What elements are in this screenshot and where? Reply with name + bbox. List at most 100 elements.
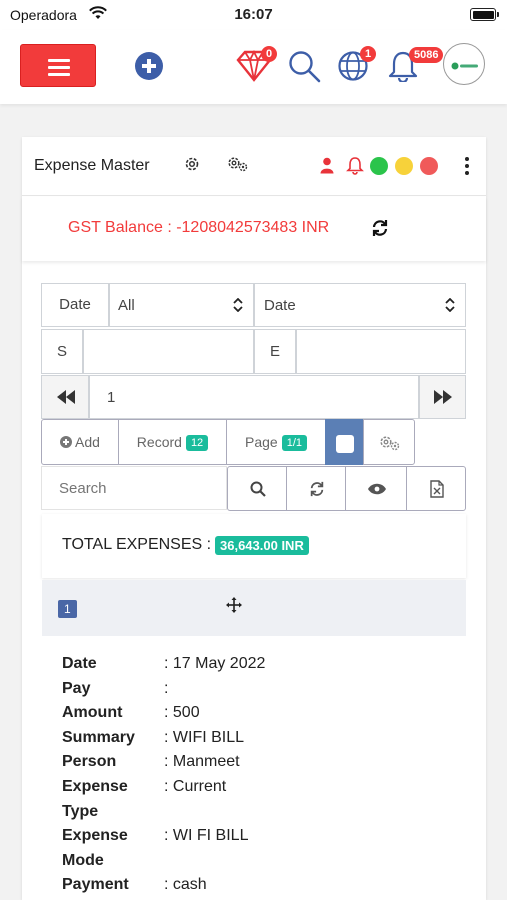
detail-row: Person : Manmeet bbox=[62, 753, 462, 777]
add-button[interactable]: Add bbox=[41, 419, 119, 465]
record-label: Record bbox=[136, 434, 182, 450]
refresh-icon bbox=[310, 481, 324, 497]
company-logo bbox=[450, 61, 480, 70]
detail-value: : bbox=[164, 679, 169, 697]
detail-row: Pay: bbox=[62, 680, 462, 704]
chevron-updown-icon bbox=[445, 297, 455, 316]
detail-key: Expense bbox=[62, 827, 128, 845]
detail-row: Summary : WIFI BILL bbox=[62, 729, 462, 753]
fast-forward-icon bbox=[434, 390, 452, 404]
search-button[interactable] bbox=[227, 466, 287, 511]
more-options-icon[interactable] bbox=[465, 157, 469, 178]
detail-key: Mode bbox=[62, 851, 104, 869]
move-icon[interactable] bbox=[226, 597, 242, 618]
record-count-badge: 12 bbox=[185, 435, 209, 451]
eye-icon bbox=[368, 483, 386, 495]
detail-value: : Manmeet bbox=[164, 753, 240, 771]
detail-key: Payment bbox=[62, 876, 129, 894]
reload-button[interactable] bbox=[286, 466, 346, 511]
search-icon bbox=[250, 481, 266, 497]
search-input[interactable] bbox=[41, 466, 227, 510]
select-all-toggle[interactable] bbox=[325, 419, 364, 465]
date-label: Date bbox=[41, 283, 109, 327]
detail-row: Expense : WI FI BILL bbox=[62, 827, 462, 851]
type-select-value: All bbox=[118, 297, 135, 314]
expense-card: Expense Master GST Balance : -1208042573… bbox=[22, 137, 486, 900]
total-expenses-panel: TOTAL EXPENSES : 36,643.00 INR bbox=[42, 514, 466, 578]
detail-row: Expense : Current bbox=[62, 778, 462, 802]
detail-value: : Current bbox=[164, 778, 227, 795]
date-select-value: Date bbox=[264, 297, 296, 314]
refresh-icon[interactable] bbox=[371, 219, 389, 242]
detail-key: Summary bbox=[62, 728, 135, 746]
detail-value: : WIFI BILL bbox=[164, 728, 245, 746]
gears-icon bbox=[380, 436, 400, 451]
detail-key: Amount bbox=[62, 704, 123, 722]
detail-row: Mode bbox=[62, 852, 462, 876]
page-count-badge: 1/1 bbox=[281, 435, 307, 451]
page-number-input[interactable]: 1 bbox=[89, 375, 419, 419]
gst-balance-text: GST Balance : -1208042573483 INR bbox=[68, 219, 330, 236]
detail-row: Date : 17 May 2022 bbox=[62, 655, 462, 679]
page-number-value: 1 bbox=[107, 389, 116, 406]
record-number-badge: 1 bbox=[58, 600, 77, 618]
add-label: Add bbox=[75, 434, 100, 450]
status-bar: Operadora 16:07 bbox=[0, 0, 507, 30]
detail-key: Pay bbox=[62, 679, 91, 697]
excel-file-icon bbox=[430, 480, 444, 498]
diamond-badge: 0 bbox=[261, 46, 278, 62]
clock: 16:07 bbox=[234, 6, 273, 23]
avatar[interactable] bbox=[443, 43, 485, 85]
detail-key: Expense bbox=[62, 778, 128, 795]
page-count-button[interactable]: Page 1/1 bbox=[226, 419, 326, 465]
end-label: E bbox=[254, 329, 296, 374]
checkbox[interactable] bbox=[336, 435, 354, 453]
record-count-button[interactable]: Record 12 bbox=[118, 419, 227, 465]
date-field-select[interactable]: Date bbox=[254, 283, 466, 327]
status-dot-green[interactable] bbox=[370, 157, 388, 175]
detail-key: Type bbox=[62, 802, 99, 820]
view-button[interactable] bbox=[345, 466, 407, 511]
type-select[interactable]: All bbox=[109, 283, 254, 327]
record-header: 1 bbox=[42, 580, 466, 636]
detail-key: Date bbox=[62, 655, 97, 672]
next-page-button[interactable] bbox=[419, 375, 466, 419]
detail-row: Amount : 500 bbox=[62, 704, 462, 728]
status-dot-yellow[interactable] bbox=[395, 157, 413, 175]
start-label: S bbox=[41, 329, 83, 374]
end-date-input[interactable] bbox=[296, 329, 466, 374]
search-icon[interactable] bbox=[288, 50, 322, 89]
battery-icon bbox=[470, 8, 499, 21]
total-expenses-label: TOTAL EXPENSES : bbox=[62, 536, 212, 553]
gears-icon[interactable] bbox=[227, 155, 249, 178]
start-date-input[interactable] bbox=[83, 329, 254, 374]
gst-balance-panel: GST Balance : -1208042573483 INR bbox=[22, 197, 486, 261]
rewind-icon bbox=[57, 390, 75, 404]
gear-icon[interactable] bbox=[183, 155, 201, 178]
detail-value: : WI FI BILL bbox=[164, 827, 249, 845]
chevron-updown-icon bbox=[233, 297, 243, 316]
detail-row: Payment : cash bbox=[62, 876, 462, 900]
detail-row: Type bbox=[62, 803, 462, 827]
detail-value: : 500 bbox=[164, 704, 200, 722]
detail-key: Person bbox=[62, 753, 117, 771]
plus-circle-icon bbox=[60, 436, 73, 448]
export-excel-button[interactable] bbox=[406, 466, 466, 511]
add-circle-button[interactable] bbox=[135, 52, 163, 80]
card-header: Expense Master bbox=[22, 137, 486, 196]
hamburger-icon bbox=[48, 59, 70, 80]
page-title: Expense Master bbox=[34, 157, 150, 174]
status-dot-red[interactable] bbox=[420, 157, 438, 175]
user-icon[interactable] bbox=[320, 157, 334, 179]
top-navbar: 0 1 5086 bbox=[0, 30, 507, 104]
menu-button[interactable] bbox=[20, 44, 96, 87]
page-label: Page bbox=[245, 434, 278, 450]
detail-value: : 17 May 2022 bbox=[164, 655, 266, 672]
bell-badge: 5086 bbox=[409, 47, 444, 63]
alert-bell-icon[interactable] bbox=[346, 156, 364, 180]
prev-page-button[interactable] bbox=[41, 375, 89, 419]
detail-value: : cash bbox=[164, 876, 207, 894]
globe-badge: 1 bbox=[360, 46, 377, 62]
total-expenses-badge: 36,643.00 INR bbox=[215, 536, 309, 555]
column-settings-button[interactable] bbox=[363, 419, 415, 465]
